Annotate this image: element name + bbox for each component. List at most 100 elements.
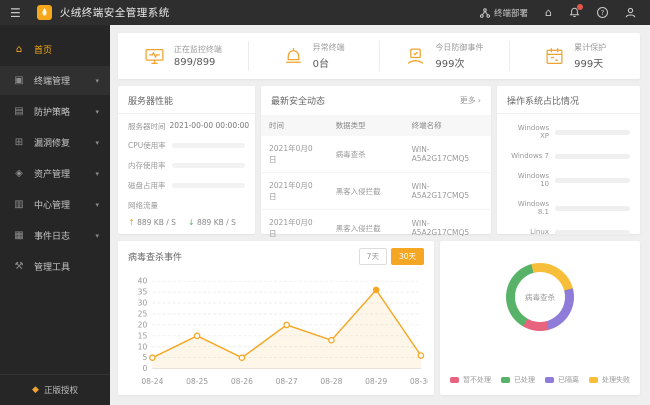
svg-text:08-25: 08-25 bbox=[186, 377, 208, 386]
shield-defense-icon bbox=[408, 48, 424, 64]
sidebar-item-vulnerability-fix[interactable]: ⊞ 漏洞修复 ▾ bbox=[0, 128, 110, 157]
chevron-down-icon: ▾ bbox=[95, 138, 99, 147]
calendar-icon bbox=[546, 47, 563, 64]
sidebar-item-label: 防护策略 bbox=[34, 108, 71, 118]
os-distribution-panel: 操作系统占比情况 Windows XP Windows 7 Windows 10 bbox=[497, 86, 640, 236]
panel-title: 服务器性能 bbox=[118, 86, 255, 114]
upload-arrow-icon: ↑ bbox=[128, 218, 135, 227]
sidebar-item-asset-management[interactable]: ◈ 资产管理 ▾ bbox=[0, 159, 110, 188]
stat-defense-events: 今日防御事件 999次 bbox=[380, 41, 511, 71]
memory-usage-meter: 内存使用率 bbox=[128, 160, 245, 171]
monitor-pulse-icon bbox=[145, 48, 164, 64]
line-chart-svg: 0 5 10 15 20 2530 35 40 08-24 08-25 08-26 08-27 08-2… bbox=[138, 277, 428, 386]
security-feed-table: 时间 数据类型 终端名称 2021年0月0日 病毒查杀 WIN-A5A2G17C… bbox=[261, 115, 491, 247]
stat-value: 899/899 bbox=[173, 57, 216, 68]
svg-text:08-24: 08-24 bbox=[141, 377, 163, 386]
svg-text:08-27: 08-27 bbox=[276, 377, 298, 386]
notification-bell-icon[interactable] bbox=[569, 4, 583, 18]
sidebar-item-management-tools[interactable]: ⚒ 管理工具 bbox=[0, 252, 110, 281]
server-performance-panel: 服务器性能 服务器时间 2021-00-00 00:00:00 CPU使用率 内… bbox=[118, 86, 255, 234]
download-arrow-icon: ↓ bbox=[187, 218, 195, 227]
legend-color-chip bbox=[589, 377, 598, 383]
chevron-down-icon: ▾ bbox=[95, 107, 99, 116]
donut-center-label: 病毒查杀 bbox=[525, 292, 555, 302]
svg-text:15: 15 bbox=[138, 331, 148, 340]
panel-title: 操作系统占比情况 bbox=[497, 86, 640, 114]
line-chart: 0 5 10 15 20 25 30 35 40 08-24 08-25 08-26 08-27 08-2… bbox=[118, 269, 434, 395]
sidebar-item-center-management[interactable]: ▥ 中心管理 ▾ bbox=[0, 190, 110, 219]
column-header-terminal: 终端名称 bbox=[403, 115, 491, 136]
column-header-type: 数据类型 bbox=[327, 115, 404, 136]
stat-label: 今日防御事件 bbox=[435, 43, 484, 52]
server-time-value: 2021-00-00 00:00:00 bbox=[169, 121, 250, 130]
legend-item-handled: 已处理 bbox=[501, 375, 535, 385]
patch-icon: ⊞ bbox=[14, 137, 24, 148]
svg-text:08-26: 08-26 bbox=[231, 377, 253, 386]
asset-icon: ◈ bbox=[15, 168, 23, 179]
sidebar-item-event-log[interactable]: ▦ 事件日志 ▾ bbox=[0, 221, 110, 250]
menu-icon[interactable]: ☰ bbox=[0, 6, 31, 20]
home-icon[interactable]: ⌂ bbox=[545, 7, 552, 18]
os-bar-linux: Linux bbox=[507, 228, 630, 236]
topbar: ☰ 火绒终端安全管理系统 终端部署 ⌂ ? bbox=[0, 0, 650, 25]
chevron-down-icon: ▾ bbox=[95, 231, 99, 240]
sidebar-item-label: 事件日志 bbox=[34, 232, 71, 242]
stat-label: 异常终端 bbox=[312, 43, 345, 52]
os-bar-windows-8-1: Windows 8.1 bbox=[507, 200, 630, 216]
main-content: 正在监控终端 899/899 异常终端 0台 今日防御事件 999次 累计保护 999天… bbox=[110, 25, 650, 405]
sidebar-item-label: 管理工具 bbox=[34, 263, 71, 273]
svg-text:08-30: 08-30 bbox=[410, 377, 428, 386]
stat-label: 正在监控终端 bbox=[173, 45, 222, 54]
cpu-usage-meter: CPU使用率 bbox=[128, 140, 245, 151]
network-share-icon bbox=[480, 7, 490, 18]
sidebar-item-home[interactable]: ⌂ 首页 bbox=[0, 35, 110, 64]
svg-text:08-29: 08-29 bbox=[365, 377, 387, 386]
stat-value: 999天 bbox=[574, 59, 604, 70]
legend-item-failed: 处理失败 bbox=[589, 375, 630, 385]
security-feed-panel: 最新安全动态 更多 › 时间 数据类型 终端名称 2021年0月0日 病毒查杀 … bbox=[261, 86, 491, 247]
license-badge[interactable]: ◆ 正版授权 bbox=[0, 374, 110, 396]
home-icon: ⌂ bbox=[15, 44, 23, 55]
stat-value: 999次 bbox=[435, 59, 465, 70]
license-label: 正版授权 bbox=[43, 386, 78, 396]
svg-text:20: 20 bbox=[138, 320, 148, 329]
os-bar-windows-xp: Windows XP bbox=[507, 124, 630, 140]
legend-item-pending: 暂不处理 bbox=[450, 375, 491, 385]
virus-status-donut-panel: 病毒查杀 暂不处理 已处理 已隔离 处理失败 bbox=[440, 241, 640, 395]
sidebar-item-label: 中心管理 bbox=[34, 201, 71, 211]
legend-item-quarantined: 已隔离 bbox=[545, 375, 579, 385]
panel-title: 病毒查杀事件 bbox=[128, 253, 183, 263]
stat-label: 累计保护 bbox=[574, 43, 607, 52]
svg-text:5: 5 bbox=[142, 353, 147, 362]
terminal-deploy-label: 终端部署 bbox=[494, 8, 529, 19]
help-icon[interactable]: ? bbox=[597, 7, 608, 18]
chevron-right-icon: › bbox=[477, 96, 481, 105]
table-row[interactable]: 2021年0月0日 病毒查杀 WIN-A5A2G17CMQ5 bbox=[261, 136, 491, 173]
more-link[interactable]: 更多 › bbox=[460, 95, 481, 106]
range-30d-button[interactable]: 30天 bbox=[390, 248, 424, 265]
sidebar-item-label: 首页 bbox=[34, 46, 53, 56]
svg-text:40: 40 bbox=[138, 277, 148, 286]
os-bar-windows-10: Windows 10 bbox=[507, 172, 630, 188]
policy-icon: ▤ bbox=[14, 106, 24, 117]
range-7d-button[interactable]: 7天 bbox=[358, 248, 387, 265]
svg-text:10: 10 bbox=[138, 342, 148, 351]
chevron-down-icon: ▾ bbox=[95, 200, 99, 209]
sidebar-item-protection-policy[interactable]: ▤ 防护策略 ▾ bbox=[0, 97, 110, 126]
svg-text:35: 35 bbox=[138, 288, 148, 297]
server-time-label: 服务器时间 bbox=[128, 122, 166, 131]
stat-protection-days: 累计保护 999天 bbox=[510, 41, 640, 71]
legend-color-chip bbox=[501, 377, 510, 383]
sidebar-item-terminal-management[interactable]: ▣ 终端管理 ▾ bbox=[0, 66, 110, 95]
user-icon[interactable] bbox=[625, 7, 636, 18]
stats-bar: 正在监控终端 899/899 异常终端 0台 今日防御事件 999次 累计保护 999天 bbox=[118, 33, 640, 79]
alarm-icon bbox=[285, 47, 301, 63]
panel-title: 最新安全动态 bbox=[271, 97, 326, 107]
app-logo-icon bbox=[36, 5, 52, 20]
terminal-deploy-button[interactable]: 终端部署 bbox=[480, 7, 528, 19]
disk-usage-meter: 磁盘占用率 bbox=[128, 180, 245, 191]
table-row[interactable]: 2021年0月0日 黑客入侵拦截 WIN-A5A2G17CMQ5 bbox=[261, 172, 491, 210]
stat-abnormal-terminals: 异常终端 0台 bbox=[249, 41, 380, 71]
download-speed: ↓ 889 KB / S bbox=[187, 218, 236, 227]
column-header-time: 时间 bbox=[261, 115, 328, 136]
